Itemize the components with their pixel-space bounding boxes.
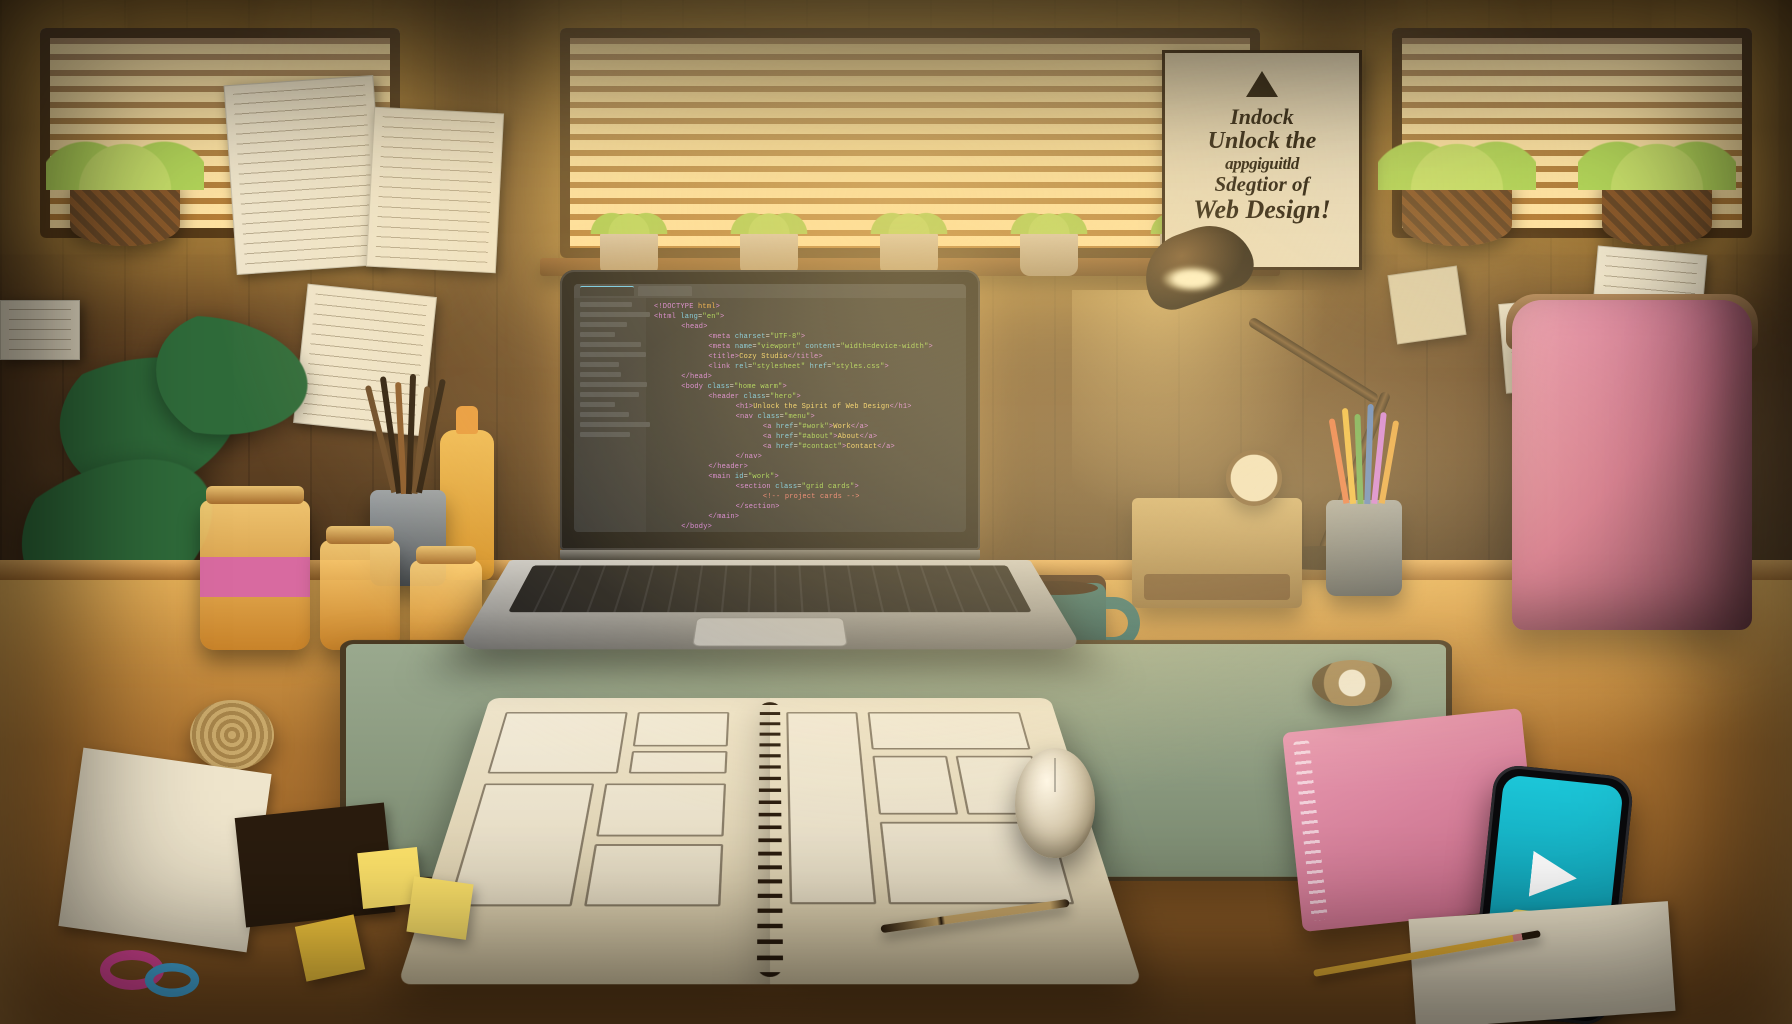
code-line: <head> (654, 322, 958, 332)
laptop-keyboard (457, 560, 1083, 649)
code-line: </header> (654, 462, 958, 472)
trackpad (692, 618, 848, 647)
code-line: <body class="home warm"> (654, 382, 958, 392)
code-line: <section class="grid cards"> (654, 482, 958, 492)
desk-clock (1226, 450, 1282, 506)
desk-organizer (1132, 498, 1302, 608)
code-line: <a href="#contact">Contact</a> (654, 442, 958, 452)
code-editor-screen: <!DOCTYPE html><html lang="en"> <head> <… (574, 284, 966, 532)
code-line: <main id="work"> (654, 472, 958, 482)
wall-note (0, 300, 80, 360)
editor-tab-active (580, 286, 634, 296)
code-line: <meta name="viewport" content="width=dev… (654, 342, 958, 352)
code-line: <header class="hero"> (654, 392, 958, 402)
wall-sketch (366, 107, 504, 274)
code-line: <!-- project cards --> (654, 492, 958, 502)
rubber-band (145, 963, 199, 997)
jar (200, 500, 310, 650)
code-line: </main> (654, 512, 958, 522)
editor-body: <!DOCTYPE html><html lang="en"> <head> <… (646, 284, 966, 532)
code-line: <title>Cozy Studio</title> (654, 352, 958, 362)
code-line: <a href="#about">About</a> (654, 432, 958, 442)
code-line: <nav class="menu"> (654, 412, 958, 422)
code-line: <a href="#work">Work</a> (654, 422, 958, 432)
tape-roll (1312, 660, 1392, 706)
poster-line: Indock (1179, 105, 1345, 129)
triangle-icon (1246, 71, 1278, 97)
code-line: <meta charset="UTF-8"> (654, 332, 958, 342)
code-line: <h1>Unlock the Spirit of Web Design</h1> (654, 402, 958, 412)
code-line: </body> (654, 522, 958, 532)
plant-pot (1020, 230, 1078, 276)
jar (320, 540, 400, 650)
code-line: </section> (654, 502, 958, 512)
mouse (1015, 748, 1095, 858)
play-icon (1529, 851, 1580, 902)
poster-line: appgiguitld (1179, 155, 1345, 173)
code-line: </nav> (654, 452, 958, 462)
editor-sidebar (574, 284, 646, 532)
wall-sketch (224, 75, 387, 275)
poster-line: Unlock the (1179, 129, 1345, 155)
laptop: <!DOCTYPE html><html lang="en"> <head> <… (540, 270, 1000, 630)
code-line: </head> (654, 372, 958, 382)
basket-plant (70, 176, 180, 246)
sticky-note (406, 876, 473, 940)
code-line: <!DOCTYPE html> (654, 302, 958, 312)
basket-plant (1602, 176, 1712, 246)
basket-plant (1402, 176, 1512, 246)
twine-ball (190, 700, 274, 770)
pencil-cup (1326, 500, 1402, 596)
poster-line: Sdegtior of (1179, 173, 1345, 196)
poster-line: Web Design! (1179, 196, 1345, 224)
code-line: <link rel="stylesheet" href="styles.css"… (654, 362, 958, 372)
paper (1408, 901, 1675, 1024)
code-line: <html lang="en"> (654, 312, 958, 322)
